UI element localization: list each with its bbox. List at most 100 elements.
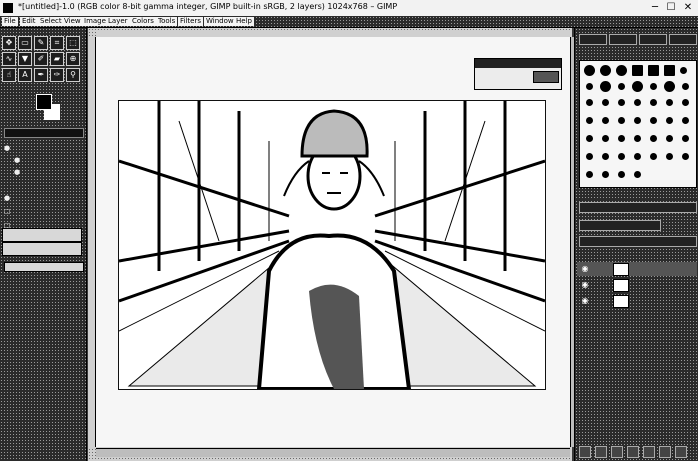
move-icon[interactable]: ✥ xyxy=(2,36,16,50)
brush-preset[interactable] xyxy=(650,135,657,142)
menu-file[interactable]: File xyxy=(2,17,18,26)
layers-mode-dropdown[interactable] xyxy=(579,202,697,213)
brush-preset[interactable] xyxy=(634,99,641,106)
brush-preset[interactable] xyxy=(618,135,625,142)
menu-colors[interactable]: Colors xyxy=(130,17,156,26)
foreground-color-swatch[interactable] xyxy=(36,94,52,110)
warp-icon[interactable]: ∿ xyxy=(2,52,16,66)
brush-preset[interactable] xyxy=(664,65,675,76)
brush-preset[interactable] xyxy=(682,99,689,106)
paintbrush-icon[interactable]: ✐ xyxy=(34,52,48,66)
brush-preset[interactable] xyxy=(682,153,689,160)
layers-lock-row[interactable] xyxy=(579,236,697,247)
brush-preset[interactable] xyxy=(632,65,643,76)
brush-preset[interactable] xyxy=(634,135,641,142)
patterns-tab[interactable] xyxy=(609,34,637,45)
crop-icon[interactable]: ⌗ xyxy=(50,36,64,50)
menu-layer[interactable]: Layer xyxy=(106,17,130,26)
brush-preset[interactable] xyxy=(616,65,627,76)
path-icon[interactable]: ✒ xyxy=(34,68,48,82)
brush-preset[interactable] xyxy=(586,171,593,178)
brush-preset[interactable] xyxy=(602,135,609,142)
brush-preset[interactable] xyxy=(618,171,625,178)
brush-preset[interactable] xyxy=(618,117,625,124)
menu-image[interactable]: Image xyxy=(82,17,108,26)
duplicate-layer-icon[interactable] xyxy=(643,446,655,458)
brush-preset[interactable] xyxy=(586,83,593,90)
brush-preset[interactable] xyxy=(586,135,593,142)
menu-view[interactable]: View xyxy=(62,17,83,26)
brush-preset[interactable] xyxy=(600,81,611,92)
anchor-layer-icon[interactable] xyxy=(659,446,671,458)
floating-dialog-header[interactable] xyxy=(475,59,561,68)
layer-row[interactable]: ◉ xyxy=(577,262,697,276)
history-tab[interactable] xyxy=(669,34,697,45)
new-layer-icon[interactable] xyxy=(579,446,591,458)
brushes-tab[interactable] xyxy=(579,34,607,45)
brush-preset[interactable] xyxy=(682,117,689,124)
text-icon[interactable]: A xyxy=(18,68,32,82)
smudge-icon[interactable]: ☝ xyxy=(2,68,16,82)
visibility-eye-icon[interactable]: ◉ xyxy=(580,280,590,290)
minimize-button[interactable]: ─ xyxy=(648,2,662,14)
brush-preset[interactable] xyxy=(634,117,641,124)
brush-preset[interactable] xyxy=(666,153,673,160)
tool-option-dropdown[interactable] xyxy=(4,262,84,272)
maximize-button[interactable]: ☐ xyxy=(664,2,678,14)
brush-preset[interactable] xyxy=(634,153,641,160)
menu-filters[interactable]: Filters xyxy=(178,17,203,26)
brush-preset[interactable] xyxy=(586,153,593,160)
menu-select[interactable]: Select xyxy=(38,17,64,26)
rect-select-icon[interactable]: ▭ xyxy=(18,36,32,50)
delete-layer-icon[interactable] xyxy=(675,446,687,458)
brush-preset[interactable] xyxy=(618,153,625,160)
color-picker-icon[interactable]: ✑ xyxy=(50,68,64,82)
raise-layer-icon[interactable] xyxy=(611,446,623,458)
eraser-icon[interactable]: ▰ xyxy=(50,52,64,66)
brush-preset[interactable] xyxy=(650,117,657,124)
brush-preset[interactable] xyxy=(584,65,595,76)
brush-preset[interactable] xyxy=(648,65,659,76)
brush-preset[interactable] xyxy=(666,117,673,124)
layers-opacity-slider[interactable] xyxy=(579,220,661,231)
unified-transform-icon[interactable]: ⬚ xyxy=(66,36,80,50)
zoom-icon[interactable]: ⚲ xyxy=(66,68,80,82)
brush-preset[interactable] xyxy=(650,83,657,90)
brush-preset[interactable] xyxy=(664,81,675,92)
horizontal-scrollbar[interactable] xyxy=(96,448,570,457)
brush-preset[interactable] xyxy=(602,153,609,160)
brush-preset[interactable] xyxy=(682,83,689,90)
brush-preset[interactable] xyxy=(666,99,673,106)
brush-preset[interactable] xyxy=(602,117,609,124)
paint-bucket-icon[interactable]: ▼ xyxy=(18,52,32,66)
fonts-tab[interactable] xyxy=(639,34,667,45)
brush-preset[interactable] xyxy=(618,83,625,90)
brush-preset[interactable] xyxy=(666,135,673,142)
layer-row[interactable]: ◉ xyxy=(577,278,697,292)
brush-preset[interactable] xyxy=(602,171,609,178)
brush-preset[interactable] xyxy=(650,99,657,106)
layer-row[interactable]: ◉ xyxy=(577,294,697,308)
image-canvas[interactable] xyxy=(118,100,546,391)
brush-grid[interactable] xyxy=(579,60,697,188)
brush-preset[interactable] xyxy=(632,81,643,92)
tool-option-slider[interactable] xyxy=(2,228,82,242)
menu-tools[interactable]: Tools xyxy=(156,17,178,26)
tool-option-slider[interactable] xyxy=(2,242,82,256)
clone-icon[interactable]: ⊕ xyxy=(66,52,80,66)
floating-dialog-button[interactable] xyxy=(533,71,559,83)
visibility-eye-icon[interactable]: ◉ xyxy=(580,296,590,306)
brush-preset[interactable] xyxy=(602,99,609,106)
layer-group-icon[interactable] xyxy=(595,446,607,458)
tool-option-checkbox[interactable]: ☐ xyxy=(4,208,10,218)
lower-layer-icon[interactable] xyxy=(627,446,639,458)
brush-preset[interactable] xyxy=(680,67,687,74)
brush-preset[interactable] xyxy=(650,153,657,160)
brush-preset[interactable] xyxy=(600,65,611,76)
visibility-eye-icon[interactable]: ◉ xyxy=(580,264,590,274)
menu-help[interactable]: Help xyxy=(234,17,254,26)
brush-preset[interactable] xyxy=(618,99,625,106)
brush-preset[interactable] xyxy=(682,135,689,142)
close-button[interactable]: ✕ xyxy=(681,2,695,14)
free-select-icon[interactable]: ✎ xyxy=(34,36,48,50)
